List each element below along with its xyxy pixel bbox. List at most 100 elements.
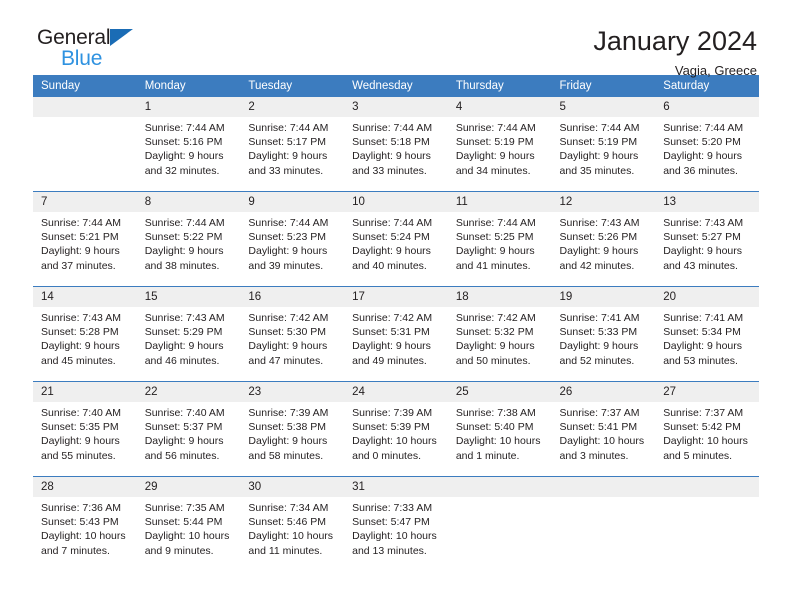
day-sunset-text: Sunset: 5:39 PM (352, 421, 430, 434)
day-detail-cell[interactable]: Sunrise: 7:44 AM Sunset: 5:25 PM Daylight:… (447, 212, 552, 286)
day-sunset-text: Sunset: 5:42 PM (663, 421, 741, 434)
day-detail-cell[interactable]: Sunrise: 7:40 AM Sunset: 5:35 PM Daylight:… (33, 402, 137, 476)
day-number-cell[interactable]: 5 (551, 97, 656, 117)
day-daylight-line2-text: and 56 minutes. (144, 449, 220, 462)
day-number-cell[interactable]: 8 (136, 192, 241, 212)
day-detail-cell[interactable]: Sunrise: 7:42 AM Sunset: 5:31 PM Daylight:… (344, 307, 448, 381)
day-detail-cell[interactable]: Sunrise: 7:33 AM Sunset: 5:47 PM Daylight:… (344, 497, 448, 571)
day-number-cell[interactable]: 13 (655, 192, 759, 212)
day-detail-cell[interactable]: Sunrise: 7:44 AM Sunset: 5:21 PM Daylight:… (33, 212, 137, 286)
day-number-cell[interactable]: 10 (344, 192, 448, 212)
day-number-cell[interactable]: 14 (33, 287, 137, 307)
day-daylight-line1-text: Daylight: 10 hours (248, 530, 334, 543)
day-detail-cell[interactable]: Sunrise: 7:37 AM Sunset: 5:41 PM Daylight:… (551, 402, 656, 476)
day-number-cell[interactable]: 7 (33, 192, 137, 212)
day-number-cell[interactable]: 20 (655, 287, 759, 307)
day-number-cell[interactable]: 29 (136, 477, 241, 497)
day-number-cell[interactable]: 12 (551, 192, 656, 212)
day-sunset-text: Sunset: 5:43 PM (41, 516, 119, 529)
day-number-cell[interactable]: 9 (240, 192, 345, 212)
day-number-cell[interactable]: 31 (344, 477, 448, 497)
day-sunset-text: Sunset: 5:26 PM (559, 231, 638, 244)
day-number-cell[interactable]: 3 (344, 97, 448, 117)
column-header-wednesday: Wednesday (344, 75, 448, 97)
day-daylight-line1-text: Daylight: 10 hours (352, 435, 437, 448)
day-number-cell[interactable]: 4 (447, 97, 552, 117)
day-detail-cell[interactable]: Sunrise: 7:40 AM Sunset: 5:37 PM Daylight:… (136, 402, 241, 476)
generalblue-logo[interactable]: General Blue (33, 26, 134, 70)
week-detail-row: Sunrise: 7:40 AM Sunset: 5:35 PM Daylight:… (33, 402, 759, 476)
day-daylight-line2-text: and 36 minutes. (663, 164, 738, 177)
day-sunset-text: Sunset: 5:35 PM (41, 421, 119, 434)
day-daylight-line2-text: and 33 minutes. (352, 164, 427, 177)
day-sunrise-text: Sunrise: 7:40 AM (41, 407, 121, 419)
day-detail-cell[interactable]: Sunrise: 7:36 AM Sunset: 5:43 PM Daylight:… (33, 497, 137, 571)
day-detail-cell[interactable]: Sunrise: 7:41 AM Sunset: 5:34 PM Daylight:… (655, 307, 759, 381)
day-detail-cell[interactable]: Sunrise: 7:44 AM Sunset: 5:24 PM Daylight:… (344, 212, 448, 286)
day-daylight-line2-text: and 1 minute. (455, 449, 520, 462)
day-daylight-line1-text: Daylight: 10 hours (144, 530, 230, 543)
day-number-cell[interactable]: 27 (655, 382, 759, 402)
week-daynumber-row: 14 15 16 17 18 19 20 (33, 287, 759, 307)
day-sunrise-text: Sunrise: 7:39 AM (248, 407, 329, 419)
logo-text-blue: Blue (61, 47, 103, 70)
day-number-cell[interactable]: 2 (240, 97, 345, 117)
day-number-cell[interactable]: 21 (33, 382, 137, 402)
day-daylight-line2-text: and 39 minutes. (248, 259, 324, 272)
day-detail-cell[interactable]: Sunrise: 7:39 AM Sunset: 5:38 PM Daylight:… (240, 402, 345, 476)
day-detail-cell[interactable]: Sunrise: 7:44 AM Sunset: 5:17 PM Daylight:… (240, 117, 345, 191)
day-number-cell[interactable]: 25 (447, 382, 552, 402)
day-detail-cell[interactable]: Sunrise: 7:41 AM Sunset: 5:33 PM Daylight:… (551, 307, 656, 381)
day-number-cell[interactable]: 11 (447, 192, 552, 212)
day-detail-cell[interactable]: Sunrise: 7:35 AM Sunset: 5:44 PM Daylight:… (136, 497, 241, 571)
day-number-cell[interactable]: 17 (344, 287, 448, 307)
day-number-cell[interactable]: 1 (136, 97, 241, 117)
day-sunset-text: Sunset: 5:22 PM (144, 231, 223, 244)
day-number-cell[interactable]: 19 (551, 287, 656, 307)
day-sunset-text: Sunset: 5:33 PM (559, 326, 638, 339)
day-detail-cell[interactable]: Sunrise: 7:42 AM Sunset: 5:30 PM Daylight:… (240, 307, 345, 381)
day-sunrise-text: Sunrise: 7:44 AM (144, 217, 225, 229)
day-detail-cell[interactable]: Sunrise: 7:34 AM Sunset: 5:46 PM Daylight:… (240, 497, 345, 571)
day-detail-cell[interactable]: Sunrise: 7:44 AM Sunset: 5:20 PM Daylight:… (655, 117, 759, 191)
column-header-sunday: Sunday (33, 75, 137, 97)
day-number-cell[interactable]: 18 (447, 287, 552, 307)
day-sunset-text: Sunset: 5:29 PM (144, 326, 223, 339)
day-number-cell[interactable]: 26 (551, 382, 656, 402)
day-detail-cell[interactable]: Sunrise: 7:39 AM Sunset: 5:39 PM Daylight:… (344, 402, 448, 476)
day-daylight-line2-text: and 38 minutes. (144, 259, 220, 272)
day-sunset-text: Sunset: 5:46 PM (248, 516, 327, 529)
day-number-cell[interactable]: 28 (33, 477, 137, 497)
day-sunset-text: Sunset: 5:23 PM (248, 231, 327, 244)
day-daylight-line1-text: Daylight: 9 hours (559, 340, 639, 353)
day-detail-cell[interactable]: Sunrise: 7:38 AM Sunset: 5:40 PM Daylight:… (447, 402, 552, 476)
day-daylight-line2-text: and 5 minutes. (663, 449, 733, 462)
day-detail-cell[interactable]: Sunrise: 7:44 AM Sunset: 5:18 PM Daylight:… (344, 117, 448, 191)
day-sunrise-text: Sunrise: 7:42 AM (248, 312, 329, 324)
day-detail-cell[interactable]: Sunrise: 7:37 AM Sunset: 5:42 PM Daylight:… (655, 402, 759, 476)
day-number-cell[interactable]: 15 (136, 287, 241, 307)
day-detail-cell[interactable]: Sunrise: 7:43 AM Sunset: 5:28 PM Daylight:… (33, 307, 137, 381)
day-number-cell[interactable]: 30 (240, 477, 345, 497)
day-daylight-line2-text: and 40 minutes. (352, 259, 427, 272)
day-sunset-text: Sunset: 5:44 PM (144, 516, 223, 529)
day-detail-cell[interactable]: Sunrise: 7:44 AM Sunset: 5:23 PM Daylight:… (240, 212, 345, 286)
day-detail-cell[interactable]: Sunrise: 7:44 AM Sunset: 5:16 PM Daylight:… (136, 117, 241, 191)
day-detail-cell[interactable]: Sunrise: 7:43 AM Sunset: 5:29 PM Daylight:… (136, 307, 241, 381)
day-number-cell[interactable]: 23 (240, 382, 345, 402)
day-number-cell[interactable]: 24 (344, 382, 448, 402)
day-detail-cell[interactable]: Sunrise: 7:43 AM Sunset: 5:26 PM Daylight:… (551, 212, 656, 286)
day-detail-cell[interactable]: Sunrise: 7:44 AM Sunset: 5:22 PM Daylight:… (136, 212, 241, 286)
day-sunrise-text: Sunrise: 7:44 AM (559, 122, 640, 134)
day-detail-cell[interactable]: Sunrise: 7:44 AM Sunset: 5:19 PM Daylight:… (447, 117, 552, 191)
day-detail-cell[interactable]: Sunrise: 7:44 AM Sunset: 5:19 PM Daylight:… (551, 117, 656, 191)
day-sunrise-text: Sunrise: 7:36 AM (41, 502, 121, 514)
day-number-cell[interactable]: 16 (240, 287, 345, 307)
day-detail-cell[interactable]: Sunrise: 7:42 AM Sunset: 5:32 PM Daylight:… (447, 307, 552, 381)
day-number-cell[interactable]: 22 (136, 382, 241, 402)
day-number-cell[interactable]: 6 (655, 97, 759, 117)
page-header: General Blue January 2024 Vagia, Greece (33, 0, 759, 78)
day-sunset-text: Sunset: 5:25 PM (455, 231, 534, 244)
day-daylight-line1-text: Daylight: 9 hours (248, 150, 328, 163)
day-detail-cell[interactable]: Sunrise: 7:43 AM Sunset: 5:27 PM Daylight:… (655, 212, 759, 286)
